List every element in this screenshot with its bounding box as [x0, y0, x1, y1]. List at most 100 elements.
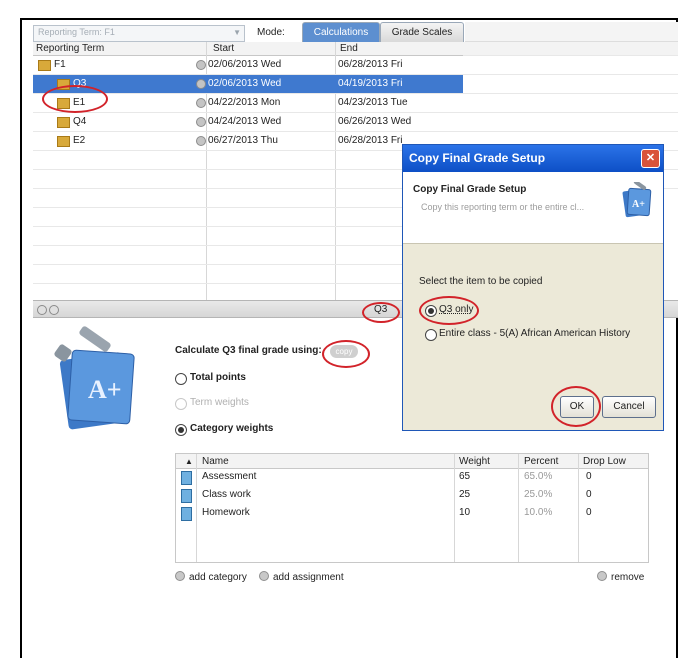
option-term-weights-label: Term weights — [190, 397, 249, 408]
term-start: 02/06/2013 Wed — [208, 59, 282, 70]
table-row[interactable]: Assessment 65 65.0% 0 — [176, 469, 648, 487]
table-row[interactable]: E2 06/27/2013 Thu 06/28/2013 Fri — [33, 132, 463, 151]
plus-icon — [259, 571, 269, 581]
table-row-empty — [33, 189, 463, 208]
column-header-name[interactable]: Name — [202, 456, 229, 467]
remove-link[interactable]: remove — [597, 571, 644, 583]
category-icon — [181, 489, 192, 503]
calendar-icon[interactable] — [196, 60, 206, 70]
category-weight[interactable]: 65 — [459, 471, 470, 482]
select-item-label: Select the item to be copied — [419, 276, 543, 287]
table-row-empty — [33, 151, 463, 170]
reporting-term-select-value: Reporting Term: F1 — [38, 27, 115, 37]
term-name: F1 — [54, 59, 66, 70]
calendar-icon[interactable] — [196, 98, 206, 108]
term-end: 04/19/2013 Fri — [338, 78, 403, 89]
column-header-drop-low[interactable]: Drop Low — [583, 456, 626, 467]
table-row[interactable]: Homework 10 10.0% 0 — [176, 505, 648, 523]
add-assignment-label: add assignment — [273, 572, 344, 583]
annotation-circle-q3-label — [362, 302, 400, 323]
chevron-down-icon: ▼ — [233, 28, 241, 37]
category-drop-low[interactable]: 0 — [586, 489, 592, 500]
close-icon[interactable]: ✕ — [641, 149, 660, 168]
table-row[interactable]: F1 02/06/2013 Wed 06/28/2013 Fri — [33, 56, 463, 75]
category-percent: 65.0% — [524, 471, 553, 482]
table-row[interactable]: Class work 25 25.0% 0 — [176, 487, 648, 505]
category-name: Assessment — [202, 471, 257, 482]
radio-total-points[interactable] — [175, 373, 187, 385]
category-percent: 10.0% — [524, 507, 553, 518]
calendar-icon[interactable] — [196, 79, 206, 89]
radio-term-weights[interactable] — [175, 398, 187, 410]
gradebook-app-icon: A+ — [54, 326, 135, 430]
term-start: 06/27/2013 Thu — [208, 135, 278, 146]
calendar-icon[interactable] — [196, 136, 206, 146]
dialog-header: Copy Final Grade Setup Copy this reporti… — [403, 172, 663, 244]
remove-label: remove — [611, 572, 645, 583]
term-name: Q4 — [73, 116, 87, 127]
radio-category-weights[interactable] — [175, 424, 187, 436]
category-percent: 25.0% — [524, 489, 553, 500]
dialog-description: Copy this reporting term or the entire c… — [421, 202, 585, 212]
tab-grade-scales[interactable]: Grade Scales — [380, 22, 464, 42]
option-category-weights-label: Category weights — [190, 423, 274, 434]
term-end: 06/28/2013 Fri — [338, 59, 403, 70]
svg-text:A+: A+ — [88, 375, 122, 404]
category-name: Homework — [202, 507, 250, 518]
column-header-percent[interactable]: Percent — [524, 456, 558, 467]
column-header-end[interactable]: End — [340, 43, 358, 54]
expand-icon[interactable] — [49, 305, 59, 315]
term-start: 02/06/2013 Wed — [208, 78, 282, 89]
table-row-empty — [33, 170, 463, 189]
table-row-empty — [33, 227, 463, 246]
term-end: 06/28/2013 Fri — [338, 135, 403, 146]
cancel-button[interactable]: Cancel — [602, 396, 656, 418]
reporting-terms-table: Reporting Term Start End F1 02/06/2013 W… — [33, 42, 463, 300]
column-header-weight[interactable]: Weight — [459, 456, 490, 467]
term-end: 04/23/2013 Tue — [338, 97, 408, 108]
calendar-icon[interactable] — [196, 117, 206, 127]
term-end: 06/26/2013 Wed — [338, 116, 412, 127]
annotation-circle-q3 — [42, 85, 108, 113]
column-header-start[interactable]: Start — [213, 43, 234, 54]
collapse-icon[interactable] — [37, 305, 47, 315]
category-icon — [181, 471, 192, 485]
annotation-circle-q3-only — [419, 296, 479, 325]
term-name: E2 — [73, 135, 86, 146]
category-weight[interactable]: 10 — [459, 507, 470, 518]
option-total-points-label: Total points — [190, 372, 246, 383]
minus-icon — [597, 571, 607, 581]
column-header-term[interactable]: Reporting Term — [36, 43, 104, 54]
radio-entire-class[interactable] — [425, 329, 437, 341]
folder-icon — [57, 117, 70, 128]
table-header: Reporting Term Start End — [33, 42, 463, 56]
category-weight[interactable]: 25 — [459, 489, 470, 500]
table-row-empty — [33, 208, 463, 227]
tab-calculations[interactable]: Calculations — [302, 22, 380, 42]
reporting-term-select[interactable]: Reporting Term: F1 ▼ — [33, 25, 245, 42]
category-drop-low[interactable]: 0 — [586, 507, 592, 518]
copy-final-grade-dialog: Copy Final Grade Setup ✕ Copy Final Grad… — [402, 144, 664, 431]
mode-label: Mode: — [257, 27, 285, 38]
plus-icon — [175, 571, 185, 581]
folder-icon — [57, 136, 70, 147]
svg-text:A+: A+ — [632, 199, 645, 210]
category-drop-low[interactable]: 0 — [586, 471, 592, 482]
calculate-label: Calculate Q3 final grade using: — [175, 345, 322, 356]
tabstrip-background — [465, 22, 678, 42]
sort-icon[interactable]: ▲ — [185, 457, 193, 466]
add-assignment-link[interactable]: add assignment — [259, 571, 344, 583]
term-start: 04/22/2013 Mon — [208, 97, 281, 108]
table-row-empty — [33, 246, 463, 265]
category-icon — [181, 507, 192, 521]
table-row[interactable]: Q4 04/24/2013 Wed 06/26/2013 Wed — [33, 113, 463, 132]
annotation-circle-ok — [551, 386, 601, 427]
add-category-label: add category — [189, 572, 247, 583]
term-start: 04/24/2013 Wed — [208, 116, 282, 127]
dialog-title: Copy Final Grade Setup — [409, 151, 546, 165]
add-category-link[interactable]: add category — [175, 571, 247, 583]
table-row-empty — [33, 265, 463, 284]
annotation-circle-copy — [322, 340, 370, 368]
dialog-title-bar[interactable]: Copy Final Grade Setup ✕ — [403, 145, 663, 172]
category-name: Class work — [202, 489, 251, 500]
